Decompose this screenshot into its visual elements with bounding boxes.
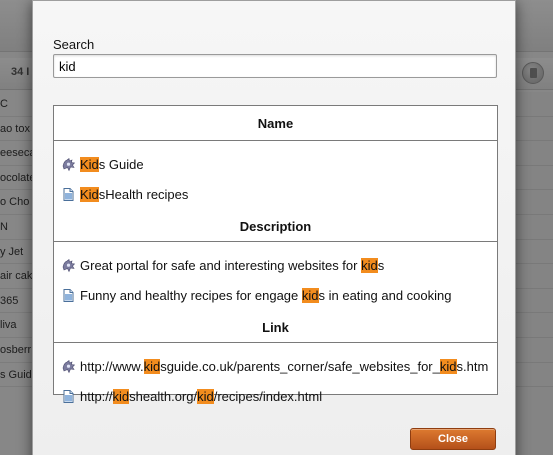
result-text-segment: sguide.co.uk/parents_corner/safe_website… [160,358,440,374]
result-row[interactable]: http://kidshealth.org/kid/recipes/index.… [54,381,497,411]
document-icon [61,288,76,303]
close-button[interactable]: Close [410,428,496,450]
result-text: http://www.kidsguide.co.uk/parents_corne… [80,358,489,374]
match-highlight: kid [301,287,319,303]
result-text: Kids Guide [80,156,144,172]
section-body: Kids Guide KidsHealth recipes [54,141,497,209]
match-highlight: kid [197,388,214,404]
result-text: KidsHealth recipes [80,186,189,202]
match-highlight: kid [112,388,130,404]
search-dialog: Search NameKids GuideKidsHealth recipesD… [32,0,516,455]
section-body: Great portal for safe and interesting we… [54,242,497,310]
web-tool-icon [61,157,76,172]
match-highlight: Kid [80,186,99,202]
result-text: Great portal for safe and interesting we… [80,257,385,273]
document-icon [61,187,76,202]
match-highlight: kid [439,358,457,374]
result-text-segment: http:// [80,388,113,404]
result-text-segment: s in eating and cooking [318,287,452,303]
section-title-description: Description [239,219,312,234]
section-title-name: Name [257,116,294,131]
match-highlight: Kid [80,156,99,172]
search-results: Name Kids Guide KidsHealth recipes Descript… [53,105,498,404]
result-row[interactable]: Great portal for safe and interesting we… [54,250,497,280]
result-text-segment: s.htm [456,358,489,374]
result-row[interactable]: Funny and healthy recipes for engage kid… [54,280,497,310]
result-text-segment: s Guide [98,156,144,172]
search-label: Search [53,37,95,52]
result-text: Funny and healthy recipes for engage kid… [80,287,452,303]
section-body: http://www.kidsguide.co.uk/parents_corne… [54,343,497,411]
result-text-segment: shealth.org/ [129,388,198,404]
result-row[interactable]: Kids Guide [54,149,497,179]
web-tool-icon [61,359,76,374]
search-input[interactable] [53,54,497,78]
result-text-segment: s [377,257,385,273]
match-highlight: kid [361,257,378,273]
match-highlight: kid [143,358,161,374]
result-text: http://kidshealth.org/kid/recipes/index.… [80,388,323,404]
result-text-segment: sHealth recipes [98,186,189,202]
result-text-segment: Great portal for safe and interesting we… [80,257,362,273]
result-row[interactable]: http://www.kidsguide.co.uk/parents_corne… [54,351,497,381]
result-row[interactable]: KidsHealth recipes [54,179,497,209]
result-text-segment: Funny and healthy recipes for engage [80,287,302,303]
result-text-segment: /recipes/index.html [213,388,323,404]
web-tool-icon [61,258,76,273]
result-text-segment: http://www. [80,358,144,374]
document-icon [61,389,76,404]
section-title-link: Link [262,320,289,335]
